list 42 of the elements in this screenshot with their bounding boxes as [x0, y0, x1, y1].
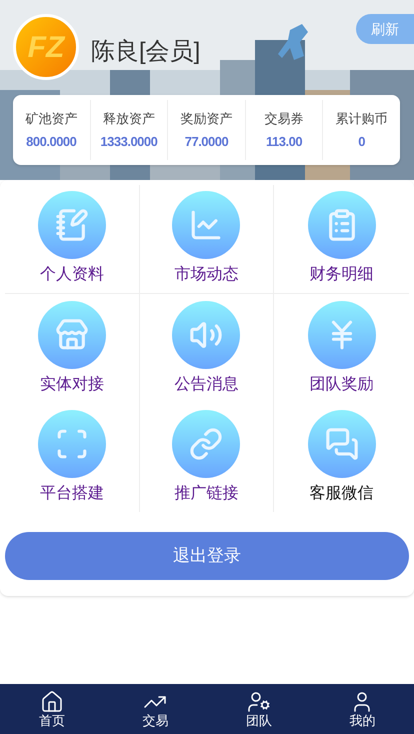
link-icon [189, 426, 224, 460]
menu-label: 市场动态 [174, 264, 238, 285]
user-name: 陈良[会员] [91, 37, 200, 67]
stat-value: 1333.0000 [100, 132, 158, 150]
stat-label: 奖励资产 [180, 110, 232, 128]
nav-tab[interactable]: 我的 [310, 684, 414, 734]
menu-label: 个人资料 [40, 264, 104, 285]
menu-label: 团队奖励 [310, 374, 374, 394]
stat-label: 交易券 [264, 110, 304, 128]
menu-item[interactable]: 财务明细 [274, 185, 409, 294]
stat-value: 77.0000 [184, 132, 228, 150]
menu-item[interactable]: 个人资料 [5, 185, 140, 294]
menu-item[interactable]: 平台搭建 [5, 403, 140, 512]
nav-tab[interactable]: 首页 [0, 684, 104, 734]
frame-icon [54, 426, 89, 460]
nav-tab[interactable]: 交易 [104, 684, 207, 734]
notepad-icon [54, 208, 89, 242]
stat-label: 累计购币 [336, 110, 388, 128]
stat-value: 800.0000 [26, 132, 76, 150]
menu-item[interactable]: 客服微信 [274, 403, 409, 512]
chat-bubbles-icon [324, 426, 359, 460]
menu-label: 平台搭建 [40, 484, 104, 504]
store-icon [54, 318, 89, 352]
menu-label: 客服微信 [310, 484, 374, 504]
menu-item[interactable]: 市场动态 [140, 185, 274, 294]
menu-label: 财务明细 [310, 264, 374, 285]
stat-label: 矿池资产 [25, 110, 78, 128]
menu-item[interactable]: 推广链接 [140, 403, 274, 512]
stat-value: 0 [358, 132, 366, 150]
stat-label: 释放资产 [102, 110, 155, 128]
menu-label: 公告消息 [174, 374, 238, 394]
user-gear-icon [246, 690, 271, 714]
chart-icon [189, 208, 224, 242]
stat-value: 113.00 [266, 132, 302, 150]
logout-button[interactable]: 退出登录 [5, 532, 409, 580]
menu-item[interactable]: 公告消息 [140, 294, 274, 403]
menu-item[interactable]: 团队奖励 [274, 294, 409, 403]
nav-tab[interactable]: 团队 [207, 684, 310, 734]
home-icon [40, 690, 64, 714]
menu-item[interactable]: 实体对接 [5, 294, 140, 403]
menu-label: 推广链接 [174, 484, 238, 504]
menu-label: 实体对接 [40, 374, 104, 394]
